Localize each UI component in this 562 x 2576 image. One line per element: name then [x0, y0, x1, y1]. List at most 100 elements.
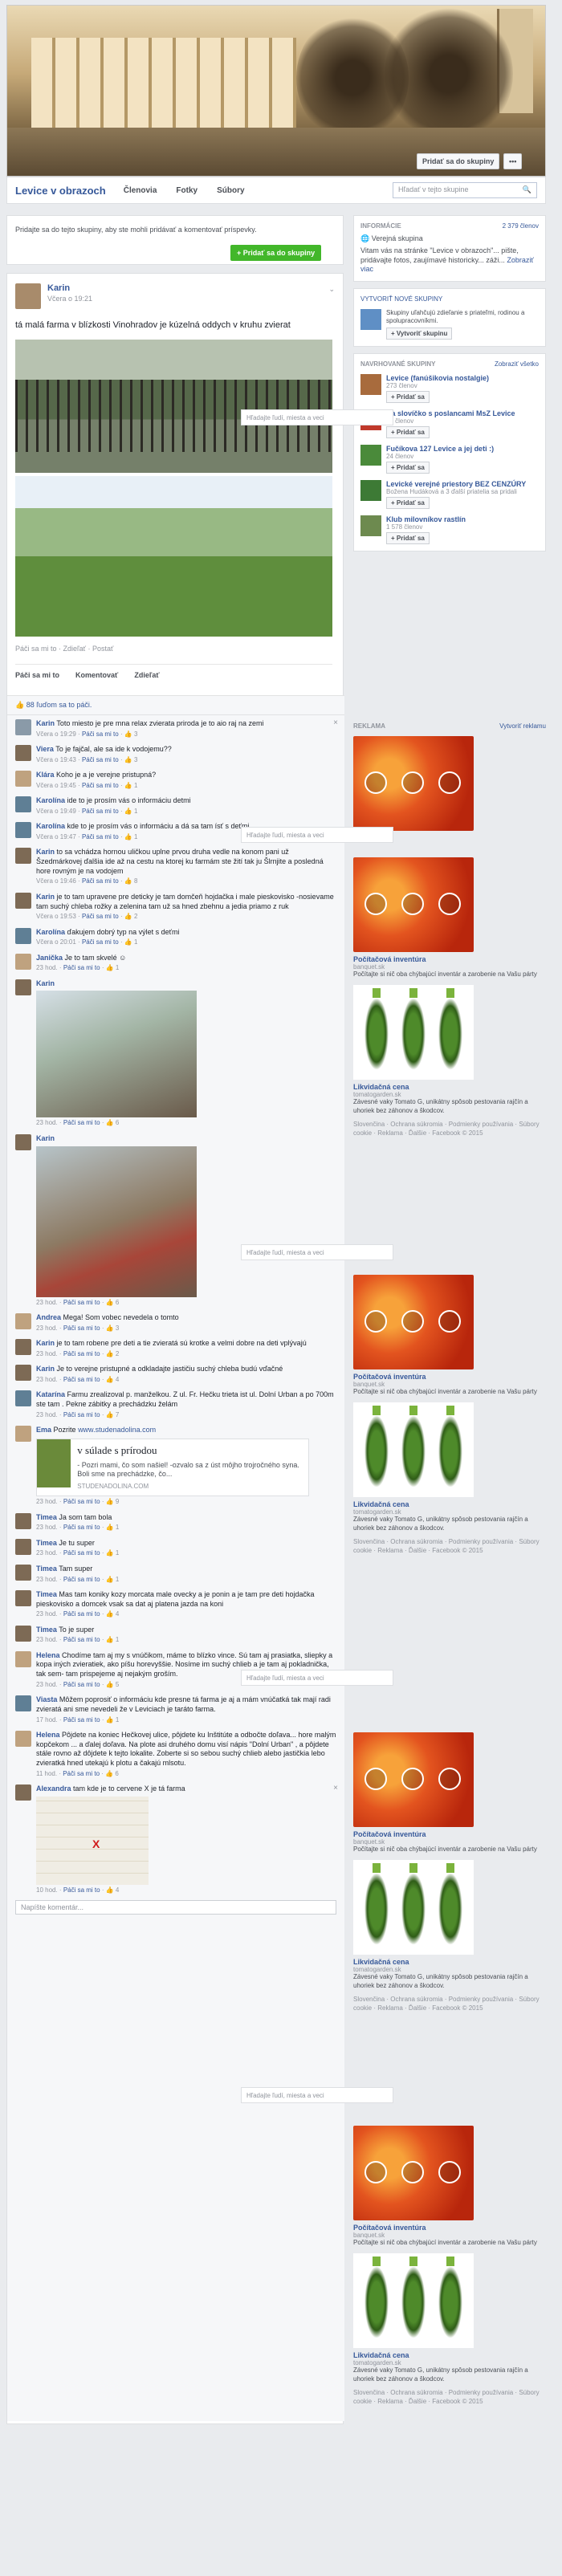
comment-author[interactable]: Timea	[36, 1539, 57, 1547]
comment-like-button[interactable]: Páči sa mi to	[82, 808, 119, 815]
group-name[interactable]: Levické verejné priestory BEZ CENZÚRY	[386, 480, 526, 488]
create-group-button[interactable]: + Vytvoriť skupinu	[386, 327, 453, 340]
avatar[interactable]	[15, 719, 31, 735]
ad[interactable]: Počítačová inventúra banquet.sk Počítajte …	[353, 857, 546, 979]
group-name[interactable]: Levice (fanúšikovia nostalgie)	[386, 374, 489, 382]
ad[interactable]	[353, 736, 546, 831]
avatar[interactable]	[15, 1133, 31, 1150]
comment-like-button[interactable]: Páči sa mi to	[63, 1299, 100, 1306]
comment-like-button[interactable]: Páči sa mi to	[63, 1636, 100, 1643]
comment-like-button[interactable]: Páči sa mi to	[82, 938, 119, 946]
comment-like-button[interactable]: Páči sa mi to	[63, 1119, 100, 1126]
ad-title[interactable]: Likvidačná cena	[353, 1500, 546, 1508]
search-overlay[interactable]: Hľadajte ľudí, miesta a veci	[241, 827, 393, 843]
comment-author[interactable]: Timea	[36, 1626, 57, 1634]
comment-author[interactable]: Karin	[36, 979, 55, 987]
ad-title[interactable]: Likvidačná cena	[353, 2351, 546, 2359]
comment-author[interactable]: Karin	[36, 719, 55, 727]
comment-like-button[interactable]: Páči sa mi to	[63, 1498, 100, 1505]
comment-like-button[interactable]: Páči sa mi to	[82, 756, 119, 763]
comment-like-button[interactable]: Páči sa mi to	[63, 1411, 100, 1418]
close-icon[interactable]: ×	[333, 1784, 338, 1793]
join-button[interactable]: + Pridať sa	[386, 531, 430, 544]
search-overlay[interactable]: Hľadajte ľudí, miesta a veci	[241, 1244, 393, 1260]
comment-like-button[interactable]: Páči sa mi to	[82, 833, 119, 840]
comment-like-button[interactable]: Páči sa mi to	[63, 1524, 100, 1531]
avatar[interactable]	[15, 1365, 31, 1382]
see-all-link[interactable]: Zobraziť všetko	[495, 360, 539, 368]
join-button[interactable]: + Pridať sa	[386, 425, 430, 438]
ad[interactable]: Počítačová inventúra banquet.sk Počítajte …	[353, 1732, 546, 1854]
avatar[interactable]	[15, 892, 31, 909]
search-overlay[interactable]: Hľadajte ľudí, miesta a veci	[241, 2087, 393, 2103]
sidebar-footer[interactable]: Slovenčina · Ochrana súkromia · Podmienk…	[353, 2388, 546, 2406]
avatar[interactable]	[15, 796, 31, 813]
group-thumbnail[interactable]	[360, 479, 381, 501]
comment-author[interactable]: Karolína	[36, 796, 65, 804]
comment-link[interactable]: www.studenadolina.com	[78, 1426, 156, 1434]
ad[interactable]: Likvidačná cena tomatogarden.sk Závesné va…	[353, 2253, 546, 2383]
comment-like-button[interactable]: Páči sa mi to	[63, 1350, 100, 1357]
comment-author[interactable]: Helena	[36, 1731, 60, 1739]
comment-like-button[interactable]: Páči sa mi to	[63, 964, 100, 971]
create-ad-link[interactable]: Vytvoriť reklamu	[499, 722, 546, 730]
link-preview[interactable]: v súlade s prírodou - Pozri mami, čo som …	[36, 1438, 309, 1497]
comment-author[interactable]: Karolína	[36, 928, 65, 936]
comment-input[interactable]: Napíšte komentár...	[15, 1900, 336, 1915]
join-button[interactable]: + Pridať sa	[386, 461, 430, 474]
comment-like-button[interactable]: Páči sa mi to	[82, 913, 119, 920]
avatar[interactable]	[15, 1339, 31, 1355]
tab-members[interactable]: Členovia	[124, 186, 157, 195]
comment-like-button[interactable]: Páči sa mi to	[63, 1716, 100, 1723]
group-name[interactable]: Fučíkova 127 Levice a jej deti :)	[386, 445, 494, 453]
ad-title[interactable]: Počítačová inventúra	[353, 955, 546, 963]
avatar[interactable]	[15, 822, 31, 839]
avatar[interactable]	[15, 979, 31, 995]
avatar[interactable]	[15, 1650, 31, 1667]
comment-like-button[interactable]: Páči sa mi to	[63, 1325, 100, 1332]
avatar[interactable]	[15, 771, 31, 787]
comment-like-button[interactable]: Páči sa mi to	[63, 1576, 100, 1583]
avatar[interactable]	[15, 1730, 31, 1747]
comment-like-button[interactable]: Páči sa mi to	[63, 1376, 100, 1383]
comment-author[interactable]: Viasta	[36, 1695, 57, 1703]
comment-author[interactable]: Karin	[36, 893, 55, 901]
group-name[interactable]: Levice v obrazoch	[15, 185, 106, 197]
avatar[interactable]	[15, 1425, 31, 1442]
comment-author[interactable]: Alexandra	[36, 1784, 71, 1793]
comment-author[interactable]: Viera	[36, 745, 54, 753]
avatar[interactable]	[15, 848, 31, 865]
post-date[interactable]: Včera o 19:21	[47, 295, 92, 303]
search-overlay[interactable]: Hľadajte ľudí, miesta a veci	[241, 409, 393, 425]
chevron-down-icon[interactable]: ⌄	[328, 285, 335, 294]
tab-photos[interactable]: Fotky	[176, 186, 198, 195]
comment-like-button[interactable]: Páči sa mi to	[82, 730, 119, 738]
tab-files[interactable]: Súbory	[217, 186, 244, 195]
avatar[interactable]	[15, 1784, 31, 1801]
member-count[interactable]: 2 379 členov	[503, 222, 539, 230]
map-image[interactable]: X	[36, 1796, 149, 1885]
avatar[interactable]	[15, 1625, 31, 1642]
comment-like-button[interactable]: Páči sa mi to	[63, 1549, 100, 1557]
cover-more-button[interactable]: •••	[503, 153, 523, 169]
group-thumbnail[interactable]	[360, 515, 381, 536]
comment-author[interactable]: Timea	[36, 1513, 57, 1521]
group-thumbnail[interactable]	[360, 373, 381, 395]
ad[interactable]: Počítačová inventúra banquet.sk Počítajte …	[353, 1275, 546, 1396]
comment-author[interactable]: Ema	[36, 1426, 51, 1434]
comment-like-button[interactable]: Páči sa mi to	[63, 1681, 100, 1688]
post-photo[interactable]	[15, 476, 332, 637]
avatar[interactable]	[15, 1589, 31, 1606]
cover-join-button[interactable]: Pridať sa do skupiny	[417, 153, 500, 169]
sidebar-footer[interactable]: Slovenčina · Ochrana súkromia · Podmienk…	[353, 1995, 546, 2012]
ad-title[interactable]: Likvidačná cena	[353, 1958, 546, 1966]
avatar[interactable]	[15, 1390, 31, 1407]
ad[interactable]: Počítačová inventúra banquet.sk Počítajte …	[353, 2126, 546, 2247]
avatar[interactable]	[15, 1512, 31, 1529]
comment-like-button[interactable]: Páči sa mi to	[63, 1770, 100, 1777]
comment-like-button[interactable]: Páči sa mi to	[82, 782, 119, 789]
ad-title[interactable]: Likvidačná cena	[353, 1083, 546, 1091]
comment-author[interactable]: Helena	[36, 1651, 60, 1659]
ad[interactable]: Likvidačná cena tomatogarden.sk Závesné va…	[353, 1860, 546, 1990]
join-button[interactable]: + Pridať sa	[386, 496, 430, 509]
